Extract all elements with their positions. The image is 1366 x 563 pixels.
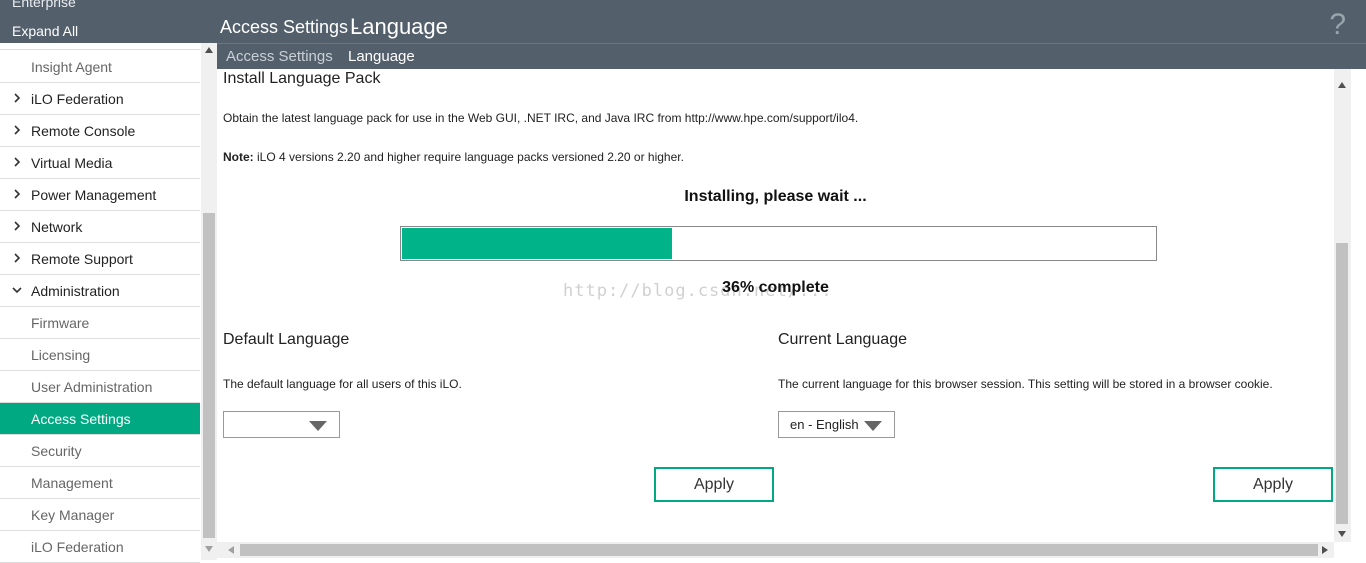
sidebar-item-label: Security — [31, 443, 82, 459]
default-language-apply-button[interactable]: Apply — [654, 467, 774, 502]
content-vertical-scroll-thumb[interactable] — [1336, 243, 1348, 524]
chevron-right-icon — [14, 221, 21, 231]
sidebar-item-virtual-media[interactable]: Virtual Media — [0, 147, 200, 179]
main-content: Install Language Pack Obtain the latest … — [217, 69, 1334, 542]
sidebar-item-administration[interactable]: Administration — [0, 275, 200, 307]
scroll-down-arrow-icon[interactable] — [205, 546, 213, 552]
sidebar-item-management[interactable]: Management — [0, 467, 200, 499]
enterprise-label: Enterprise — [12, 0, 76, 10]
sidebar-item-power-management[interactable]: Power Management — [0, 179, 200, 211]
current-language-apply-button[interactable]: Apply — [1213, 467, 1333, 502]
sidebar-item-user-administration[interactable]: User Administration — [0, 371, 200, 403]
current-language-select[interactable]: en - English — [778, 411, 895, 438]
scroll-up-arrow-icon[interactable] — [1338, 82, 1346, 88]
current-language-description: The current language for this browser se… — [778, 377, 1273, 391]
sidebar-item-label: iLO Federation — [31, 91, 124, 107]
sidebar-item-label: Key Manager — [31, 507, 115, 523]
chevron-down-icon — [309, 421, 327, 431]
question-mark-icon[interactable]: ? — [1329, 8, 1346, 42]
scroll-up-arrow-icon[interactable] — [205, 47, 213, 53]
breadcrumb-access-settings[interactable]: Access Settings — [226, 48, 333, 65]
sidebar-scrollbar[interactable] — [201, 43, 217, 560]
sidebar-item-ilo-federation[interactable]: iLO Federation — [0, 531, 200, 563]
sidebar-item-label: iLO Federation — [31, 539, 124, 555]
current-language-title: Current Language — [778, 331, 907, 348]
sidebar-item-label: Remote Support — [31, 251, 133, 267]
sidebar-header: Enterprise Expand All — [0, 0, 217, 43]
sidebar-item-label: Access Settings — [31, 411, 131, 427]
default-language-description: The default language for all users of th… — [223, 377, 462, 391]
progress-percent-text: 36% complete — [722, 279, 829, 296]
install-progress-bar — [400, 226, 1157, 261]
sidebar: Insight Agent iLO Federation Remote Consol… — [0, 43, 217, 563]
default-language-title: Default Language — [223, 331, 350, 348]
sidebar-item-label: Power Management — [31, 187, 157, 203]
chevron-right-icon — [14, 93, 21, 103]
sidebar-item-insight-agent[interactable]: Insight Agent — [0, 51, 200, 83]
right-gutter — [1351, 69, 1366, 560]
chevron-down-icon — [12, 287, 22, 294]
chevron-down-icon — [864, 421, 882, 431]
content-horizontal-scrollbar[interactable] — [217, 542, 1334, 558]
sidebar-item-access-settings[interactable]: Access Settings — [0, 403, 200, 435]
installing-status-text: Installing, please wait ... — [684, 188, 867, 205]
page-title-prefix: Access Settings - — [220, 17, 360, 37]
page-title: Language — [350, 14, 448, 39]
note-text: Note: iLO 4 versions 2.20 and higher req… — [223, 150, 684, 164]
sidebar-item-licensing[interactable]: Licensing — [0, 339, 200, 371]
expand-all-link[interactable]: Expand All — [12, 23, 78, 39]
scroll-left-arrow-icon[interactable] — [228, 546, 234, 554]
content-horizontal-scroll-thumb[interactable] — [240, 544, 1318, 556]
scroll-down-arrow-icon[interactable] — [1338, 531, 1346, 537]
sidebar-item-label: Management — [31, 475, 113, 491]
sidebar-item-firmware[interactable]: Firmware — [0, 307, 200, 339]
sidebar-item-label: Firmware — [31, 315, 90, 331]
sidebar-item-network[interactable]: Network — [0, 211, 200, 243]
sidebar-item-label: Administration — [31, 283, 120, 299]
sidebar-item-key-manager[interactable]: Key Manager — [0, 499, 200, 531]
note-label: Note: — [223, 150, 254, 164]
sidebar-item-label: Remote Console — [31, 123, 136, 139]
scroll-right-arrow-icon[interactable] — [1322, 546, 1328, 554]
chevron-right-icon — [14, 157, 21, 167]
sidebar-item-label: Licensing — [31, 347, 91, 363]
note-body: iLO 4 versions 2.20 and higher require l… — [253, 150, 684, 164]
breadcrumb-language: Language — [348, 48, 415, 65]
sidebar-item-label: User Administration — [31, 379, 153, 395]
sidebar-top-strip — [0, 43, 200, 50]
sidebar-nav: Insight Agent iLO Federation Remote Consol… — [0, 51, 200, 563]
chevron-right-icon — [14, 125, 21, 135]
sidebar-item-label: Virtual Media — [31, 155, 113, 171]
obtain-language-pack-text: Obtain the latest language pack for use … — [223, 111, 859, 125]
breadcrumb: Access Settings Language — [217, 43, 1366, 69]
chevron-right-icon — [14, 253, 21, 263]
content-vertical-scrollbar[interactable] — [1334, 69, 1351, 542]
sidebar-item-security[interactable]: Security — [0, 435, 200, 467]
sidebar-item-remote-support[interactable]: Remote Support — [0, 243, 200, 275]
default-language-select[interactable] — [223, 411, 340, 438]
install-language-pack-title: Install Language Pack — [223, 70, 381, 87]
sidebar-item-label: Network — [31, 219, 83, 235]
chevron-right-icon — [14, 189, 21, 199]
sidebar-item-remote-console[interactable]: Remote Console — [0, 115, 200, 147]
install-progress-fill — [402, 228, 672, 259]
current-language-value: en - English — [790, 417, 859, 432]
sidebar-item-label: Insight Agent — [31, 59, 112, 75]
sidebar-scroll-thumb[interactable] — [203, 213, 215, 538]
page-header: Access Settings - Language ? — [217, 0, 1366, 43]
sidebar-item-ilo-federation[interactable]: iLO Federation — [0, 83, 200, 115]
